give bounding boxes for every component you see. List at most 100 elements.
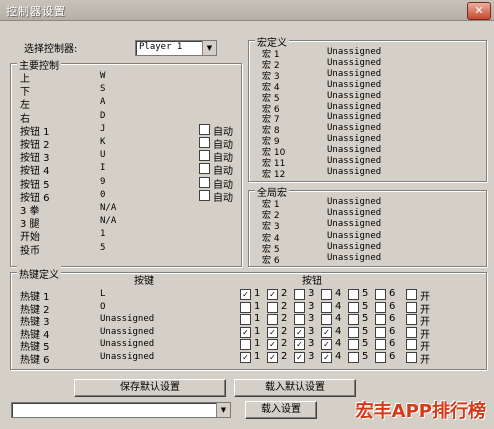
- main-key-value[interactable]: D: [100, 111, 105, 121]
- hotkey-button-checkbox[interactable]: [240, 314, 251, 326]
- macro-value[interactable]: Unassigned: [327, 145, 381, 155]
- combo-chevron-down-icon[interactable]: ▼: [216, 403, 230, 417]
- hotkey-button-checkbox[interactable]: [348, 326, 359, 338]
- auto-checkbox[interactable]: [199, 123, 210, 135]
- macro-value[interactable]: Unassigned: [327, 80, 381, 90]
- main-key-value[interactable]: N/A: [100, 203, 116, 213]
- hotkey-button-checkbox[interactable]: [294, 289, 305, 300]
- main-key-value[interactable]: I: [100, 163, 105, 173]
- global-macro-value[interactable]: Unassigned: [327, 208, 381, 218]
- main-key-value[interactable]: 0: [100, 190, 105, 200]
- hotkey-button-checkbox[interactable]: ✓: [294, 352, 305, 363]
- hotkey-button-checkbox[interactable]: [348, 314, 359, 326]
- hotkey-button-checkbox[interactable]: [406, 301, 417, 313]
- auto-checkbox[interactable]: [199, 189, 210, 201]
- hotkey-button-checkbox[interactable]: [321, 289, 332, 300]
- hotkey-button-checkbox[interactable]: [240, 339, 251, 351]
- hotkey-button-checkbox[interactable]: ✓: [240, 352, 251, 363]
- hotkey-button-checkbox[interactable]: [321, 301, 332, 313]
- auto-checkbox[interactable]: [199, 137, 210, 148]
- hotkey-key-value[interactable]: Unassigned: [100, 352, 154, 362]
- macro-value[interactable]: Unassigned: [327, 58, 381, 68]
- hotkey-button-checkbox[interactable]: [375, 289, 386, 300]
- hotkey-button-checkbox[interactable]: [375, 301, 386, 313]
- hotkey-button-checkbox[interactable]: [240, 301, 251, 313]
- controller-select-value: Player 1: [139, 42, 183, 52]
- macro-value[interactable]: Unassigned: [327, 91, 381, 101]
- global-macro-value[interactable]: Unassigned: [327, 197, 381, 207]
- load-button[interactable]: 载入设置: [245, 401, 317, 419]
- hotkey-key-value[interactable]: L: [100, 289, 105, 299]
- hotkey-button-checkbox[interactable]: ✓: [267, 326, 278, 338]
- macro-value[interactable]: Unassigned: [327, 156, 381, 166]
- hotkey-key-value[interactable]: Unassigned: [100, 327, 154, 337]
- hotkey-button-checkbox[interactable]: [375, 339, 386, 351]
- macro-value[interactable]: Unassigned: [327, 47, 381, 57]
- hotkey-button-checkbox[interactable]: [406, 326, 417, 338]
- hotkey-key-value[interactable]: O: [100, 302, 105, 312]
- hotkey-button-checkbox[interactable]: [375, 326, 386, 338]
- hotkey-button-checkbox[interactable]: [294, 314, 305, 326]
- main-key-name: 投币: [20, 245, 40, 257]
- hotkey-button-checkbox[interactable]: [321, 314, 332, 326]
- hotkey-button-checkbox[interactable]: ✓: [321, 352, 332, 363]
- main-key-value[interactable]: 1: [100, 229, 105, 239]
- global-macro-value[interactable]: Unassigned: [327, 242, 381, 252]
- hotkey-button-checkbox[interactable]: [348, 339, 359, 351]
- auto-checkbox[interactable]: [199, 150, 210, 162]
- hotkey-button-checkbox[interactable]: [348, 301, 359, 313]
- macro-value[interactable]: Unassigned: [327, 112, 381, 122]
- main-key-value[interactable]: A: [100, 97, 105, 107]
- hotkey-button-checkbox[interactable]: [348, 352, 359, 363]
- global-macro-value[interactable]: Unassigned: [327, 253, 381, 263]
- hotkey-button-checkbox[interactable]: [267, 314, 278, 326]
- load-default-button[interactable]: 载入默认设置: [234, 379, 356, 397]
- settings-combo[interactable]: ▼: [11, 402, 231, 418]
- hotkey-button-checkbox[interactable]: [406, 314, 417, 326]
- main-key-value[interactable]: 5: [100, 243, 105, 253]
- hotkey-button-checkbox[interactable]: ✓: [321, 326, 332, 338]
- hotkey-button-checkbox[interactable]: [294, 301, 305, 313]
- macro-value[interactable]: Unassigned: [327, 69, 381, 79]
- hotkey-button-checkbox[interactable]: ✓: [267, 339, 278, 351]
- hotkey-button-label: 6: [389, 338, 396, 350]
- main-key-value[interactable]: N/A: [100, 216, 116, 226]
- hotkey-button-label: 4: [335, 300, 342, 312]
- close-button[interactable]: ✕: [467, 2, 491, 20]
- hotkey-button-checkbox[interactable]: [348, 289, 359, 300]
- global-macro-value[interactable]: Unassigned: [327, 231, 381, 241]
- chevron-down-icon[interactable]: ▼: [202, 41, 216, 55]
- global-macro-value[interactable]: Unassigned: [327, 219, 381, 229]
- hotkey-button-checkbox[interactable]: ✓: [240, 289, 251, 300]
- controller-select[interactable]: Player 1 ▼: [135, 40, 217, 56]
- hotkey-button-checkbox[interactable]: ✓: [294, 339, 305, 351]
- main-key-value[interactable]: S: [100, 84, 105, 94]
- hotkey-key-value[interactable]: Unassigned: [100, 314, 154, 324]
- macro-value[interactable]: Unassigned: [327, 167, 381, 177]
- hotkey-button-checkbox[interactable]: [406, 352, 417, 363]
- hotkey-button-checkbox[interactable]: ✓: [321, 339, 332, 351]
- hotkey-button-checkbox[interactable]: ✓: [267, 352, 278, 363]
- hotkey-button-checkbox[interactable]: [406, 289, 417, 300]
- hotkey-button-checkbox[interactable]: [267, 301, 278, 313]
- hotkey-button-label: 6: [389, 325, 396, 337]
- auto-checkbox[interactable]: [199, 176, 210, 188]
- main-key-value[interactable]: J: [100, 124, 105, 134]
- main-key-value[interactable]: U: [100, 150, 105, 160]
- macro-value[interactable]: Unassigned: [327, 102, 381, 112]
- main-key-value[interactable]: W: [100, 71, 105, 81]
- hotkey-button-label: 3: [308, 300, 315, 312]
- hotkey-key-value[interactable]: Unassigned: [100, 339, 154, 349]
- hotkey-button-checkbox[interactable]: [406, 339, 417, 351]
- hotkey-button-checkbox[interactable]: ✓: [294, 326, 305, 338]
- hotkey-button-checkbox[interactable]: [375, 314, 386, 326]
- main-key-value[interactable]: 9: [100, 177, 105, 187]
- hotkey-button-checkbox[interactable]: ✓: [240, 326, 251, 338]
- hotkey-button-checkbox[interactable]: ✓: [267, 289, 278, 300]
- save-default-button[interactable]: 保存默认设置: [74, 379, 226, 397]
- hotkey-button-checkbox[interactable]: [375, 352, 386, 363]
- macro-value[interactable]: Unassigned: [327, 123, 381, 133]
- macro-value[interactable]: Unassigned: [327, 134, 381, 144]
- main-key-value[interactable]: K: [100, 137, 105, 147]
- auto-checkbox[interactable]: [199, 163, 210, 175]
